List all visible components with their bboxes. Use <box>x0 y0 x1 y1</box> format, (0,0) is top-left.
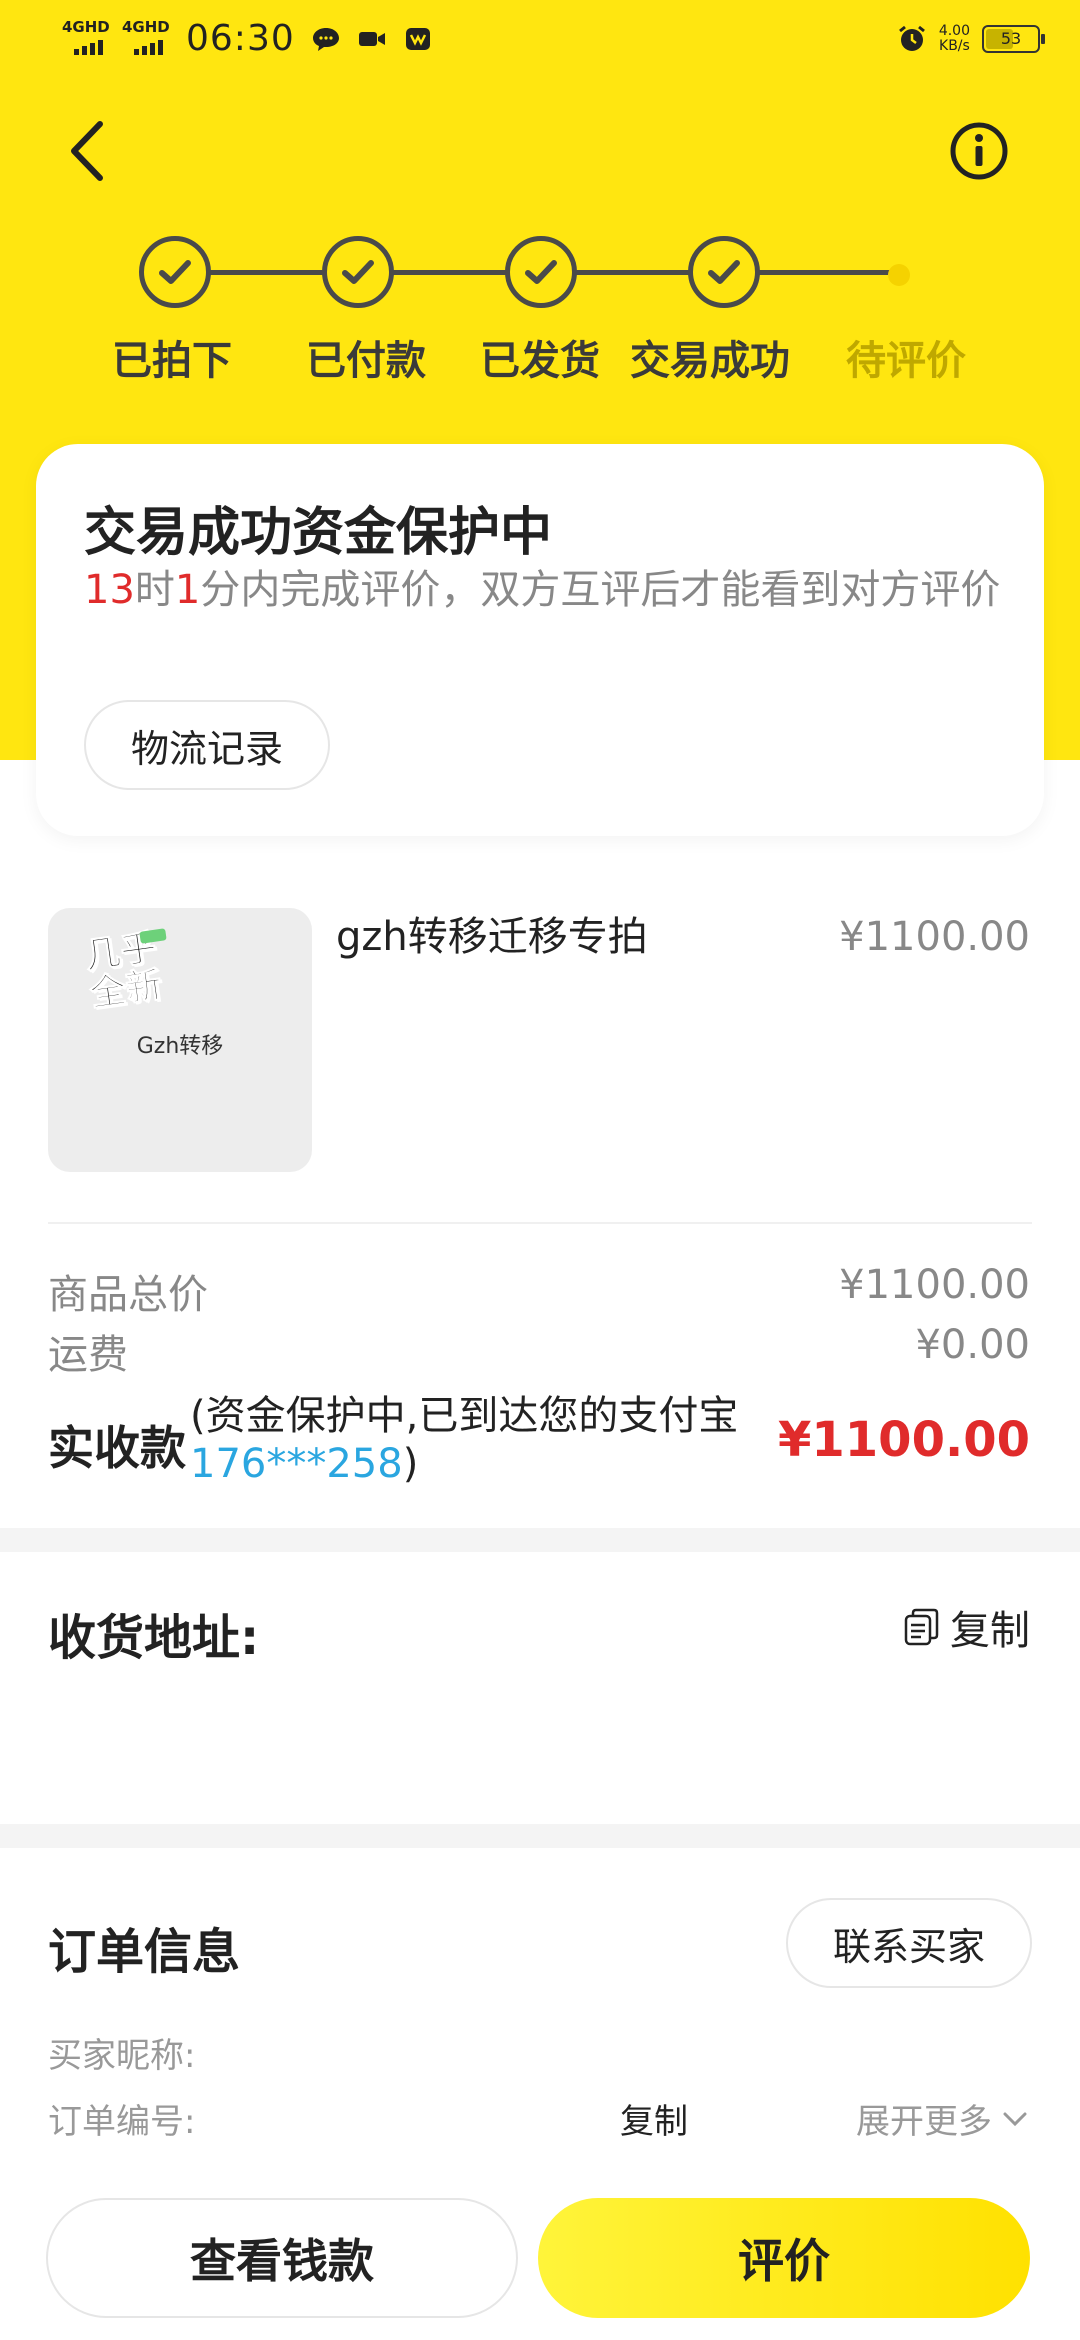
step-dot-pending <box>888 264 910 286</box>
product-thumbnail[interactable]: 几乎 全新 Gzh转移 <box>48 908 312 1172</box>
status-description-text: 分内完成评价，双方互评后才能看到对方评价 <box>200 567 1001 613</box>
rate-button[interactable]: 评价 <box>538 2198 1030 2318</box>
clock: 06:30 <box>186 18 295 59</box>
app-notification-icon <box>405 27 430 50</box>
shipping-label: 运费 <box>48 1332 128 1378</box>
product-price: ¥1100.00 <box>839 914 1030 960</box>
order-info-title: 订单信息 <box>48 1924 241 1980</box>
network-speed-unit: KB/s <box>939 38 970 54</box>
step-circle-done <box>505 236 577 308</box>
chevron-down-icon <box>1003 2112 1027 2126</box>
countdown-hours: 13 <box>84 567 135 613</box>
step-label: 已付款 <box>306 338 426 384</box>
signal-indicator-2: 4GHD <box>122 19 172 59</box>
order-number-copy-button[interactable]: 复制 <box>620 2094 688 2143</box>
video-icon <box>358 31 385 46</box>
copy-icon <box>904 1608 939 1646</box>
signal-indicator-1: 4GHD <box>62 19 112 59</box>
back-icon[interactable] <box>60 118 120 184</box>
logistics-record-button[interactable]: 物流记录 <box>84 700 330 790</box>
alarm-icon <box>898 25 925 51</box>
thumb-text: Gzh转移 <box>136 1034 224 1059</box>
signal-bars-icon <box>74 39 103 55</box>
step-label: 已拍下 <box>112 338 232 384</box>
section-gap <box>0 1824 1080 1848</box>
order-number-label: 订单编号: <box>48 2102 196 2142</box>
received-account: 176***258 <box>190 1441 403 1487</box>
received-value: ¥1100.00 <box>777 1412 1030 1468</box>
received-note-prefix: (资金保护中,已到达您的支付宝 <box>190 1393 739 1439</box>
info-icon[interactable] <box>948 120 1010 182</box>
check-icon <box>525 260 557 284</box>
signal-bars-icon <box>134 39 163 55</box>
contact-buyer-button[interactable]: 联系买家 <box>786 1898 1032 1988</box>
expand-more-label: 展开更多 <box>856 2102 992 2142</box>
step-circle-done <box>322 236 394 308</box>
expand-more-button[interactable]: 展开更多 <box>856 2094 1030 2143</box>
received-label: 实收款 <box>48 1421 186 1475</box>
check-icon <box>342 260 374 284</box>
status-bar: 4GHD 4GHD 06:30 4.00 KB/s 53 <box>0 0 1080 84</box>
battery-icon: 53 <box>982 25 1045 53</box>
goods-total-value: ¥1100.00 <box>839 1262 1030 1308</box>
received-note: (资金保护中,已到达您的支付宝 176***258) <box>190 1392 810 1488</box>
network-speed: 4.00 KB/s <box>939 24 970 54</box>
step-circle-done <box>139 236 211 308</box>
shipping-value: ¥0.00 <box>915 1322 1030 1368</box>
order-progress: 已拍下 已付款 已发货 交易成功 待评价 <box>0 230 1080 390</box>
status-bar-right: 4.00 KB/s 53 <box>897 24 1045 54</box>
address-title: 收货地址: <box>48 1610 260 1666</box>
status-title: 交易成功资金保护中 <box>84 503 553 563</box>
message-icon <box>312 27 339 51</box>
goods-total-label: 商品总价 <box>48 1272 208 1318</box>
battery-level-text: 53 <box>1000 29 1022 48</box>
product-title[interactable]: gzh转移迁移专拍 <box>336 904 648 962</box>
check-icon <box>159 260 191 284</box>
trade-status-card: 交易成功资金保护中 13时1分内完成评价，双方互评后才能看到对方评价 物流记录 <box>36 444 1044 836</box>
section-gap <box>0 1528 1080 1552</box>
check-icon <box>708 260 740 284</box>
step-label: 已发货 <box>480 338 600 384</box>
order-detail-page: 4GHD 4GHD 06:30 4.00 KB/s 53 已拍下 已付款 已发货… <box>0 0 1080 2340</box>
view-funds-button[interactable]: 查看钱款 <box>46 2198 518 2318</box>
status-bar-left: 4GHD 4GHD 06:30 <box>62 18 433 59</box>
address-copy-button[interactable]: 复制 <box>902 1598 1030 1656</box>
received-note-suffix: ) <box>402 1441 419 1487</box>
network-type-label: 4GHD <box>62 17 110 36</box>
status-description: 13时1分内完成评价，双方互评后才能看到对方评价 <box>84 566 1004 614</box>
buyer-nickname-label: 买家昵称: <box>48 2036 196 2076</box>
countdown-minutes: 1 <box>174 567 201 613</box>
divider <box>48 1222 1032 1224</box>
step-label: 待评价 <box>846 338 966 384</box>
step-circle-done <box>688 236 760 308</box>
step-label: 交易成功 <box>630 338 790 384</box>
network-speed-value: 4.00 <box>938 23 970 39</box>
countdown-hours-unit: 时 <box>134 567 175 613</box>
network-type-label: 4GHD <box>122 17 170 36</box>
address-copy-label: 复制 <box>950 1608 1030 1654</box>
